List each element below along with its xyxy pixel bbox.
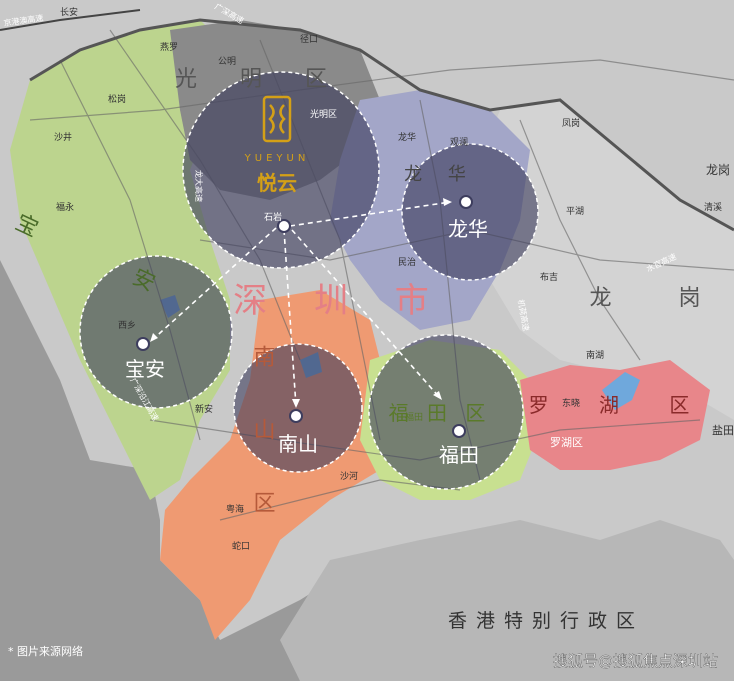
brand-english-name: YUEYUN [244,153,310,164]
hub-label-longhua: 龙华 [448,217,488,241]
city-label: 深 圳 市 [233,281,447,321]
place-label: 粤海 [226,503,244,515]
district-label-guangming: 光 明 区 [175,67,345,92]
place-label: 龙岗 [706,163,730,177]
nanshan-dot [289,409,303,423]
place-label: 布吉 [540,271,558,283]
place-label: 南湖 [586,349,604,361]
place-label: 石岩 [264,211,282,223]
hub-label-futian: 福田 [439,443,479,467]
place-label: 径口 [300,33,318,45]
futian-dot [452,424,466,438]
watermark: 搜狐号@搜狐焦点深圳站 [553,652,718,670]
footnote: * 图片来源网络 [8,644,83,658]
place-label: 燕罗 [160,41,178,53]
place-label: 福永 [56,201,74,213]
place-label: 西乡 [118,320,136,331]
place-label: 凤岗 [562,118,580,129]
place-label: 龙华 [398,131,416,143]
hub-label-nanshan: 南山 [278,432,318,456]
place-label: 福田 [405,411,423,423]
place-label: 平湖 [566,206,584,217]
road-label: 龙大高速 [194,170,204,202]
place-label: 长安 [60,6,78,18]
place-label: 光明区 [310,108,337,120]
place-label: 沙河 [340,470,358,482]
place-label: 民治 [398,256,416,268]
longhua-dot [459,195,473,209]
baoan-dot [136,337,150,351]
place-label: 清溪 [704,201,722,213]
hongkong-label: 香港特别行政区 [448,610,644,632]
place-label: 蛇口 [232,540,250,552]
hub-label-baoan: 宝安 [125,357,165,381]
district-label-longhua: 龙 华 [404,164,476,185]
place-label: 罗湖区 [550,436,583,449]
district-label-luohu: 罗 湖 区 [529,393,712,417]
place-label: 公明 [218,56,236,67]
place-label: 新安 [195,403,213,415]
place-label: 观澜 [450,137,468,148]
district-label-nanshan: 南 山 区 [250,345,275,535]
district-label-longgang: 龙 岗 [590,286,731,311]
place-label: 东晓 [562,397,580,409]
place-label: 松岗 [108,93,126,105]
brand-chinese-name: 悦云 [257,171,297,195]
yueyun-hub-circle [182,71,380,269]
district-map: YUEYUN 悦云 龙华 宝安 南山 福田 深 圳 市 光 明 区 宝 安 南 … [0,0,734,681]
place-label: 盐田 [712,424,734,437]
place-label: 沙井 [54,131,72,143]
